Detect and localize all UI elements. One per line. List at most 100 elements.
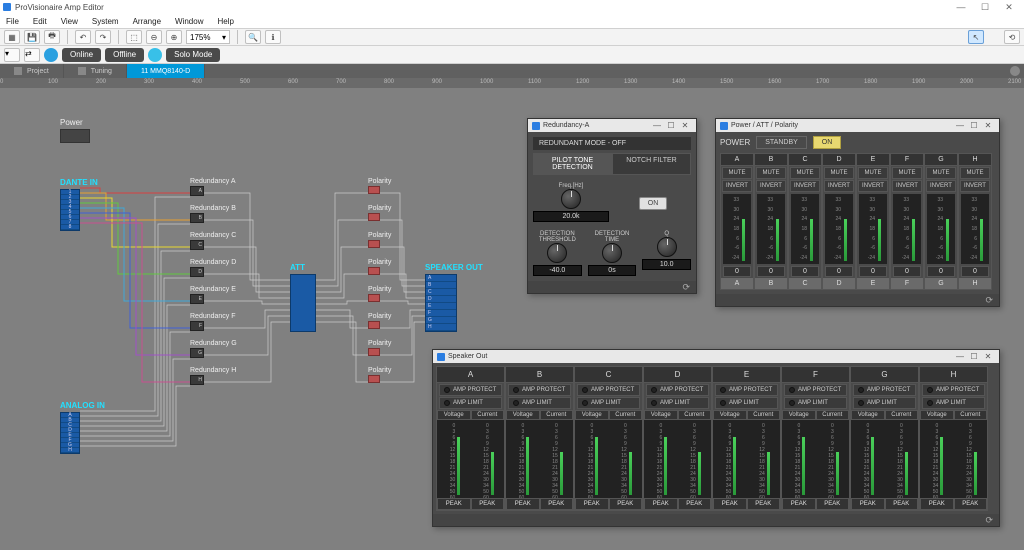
window-min-button[interactable]: — [949, 2, 973, 12]
panel-close-button[interactable]: ✕ [981, 121, 995, 130]
toolbar-redo-button[interactable]: ↷ [95, 30, 111, 44]
peak-button[interactable]: PEAK [609, 498, 643, 510]
panel-max-button[interactable]: ☐ [967, 121, 981, 130]
power-att-panel[interactable]: Power / ATT / Polarity — ☐ ✕ POWER STAND… [715, 118, 1000, 307]
toolbar-undo-button[interactable]: ↶ [75, 30, 91, 44]
toolbar-magnify-button[interactable]: 🔍 [245, 30, 261, 44]
redundancy-node[interactable]: Redundancy EE [190, 286, 236, 304]
att-value[interactable]: 0 [859, 266, 887, 277]
dante-port[interactable]: 8 [61, 225, 79, 230]
mute-button[interactable]: MUTE [960, 167, 990, 179]
invert-button[interactable]: INVERT [722, 180, 752, 192]
threshold-readout[interactable]: -40.0 [533, 265, 582, 276]
mute-button[interactable]: MUTE [756, 167, 786, 179]
peak-button[interactable]: PEAK [540, 498, 574, 510]
dante-in-block[interactable]: DANTE IN 12345678 [60, 178, 98, 231]
panel-header[interactable]: Speaker Out — ☐ ✕ [433, 350, 999, 363]
node-body[interactable]: C [190, 240, 204, 250]
polarity-node[interactable]: Polarity [368, 259, 391, 275]
speaker-port[interactable]: D [426, 296, 456, 303]
menu-arrange[interactable]: Arrange [133, 17, 161, 26]
tab-device[interactable]: 11 MMQ8140-D [127, 64, 205, 78]
transfer-button[interactable]: ⇄ [24, 48, 40, 62]
polarity-node[interactable]: Polarity [368, 205, 391, 221]
invert-button[interactable]: INVERT [790, 180, 820, 192]
freq-readout[interactable]: 20.0k [533, 211, 609, 222]
node-body[interactable]: D [190, 267, 204, 277]
mute-button[interactable]: MUTE [722, 167, 752, 179]
peak-button[interactable]: PEAK [782, 498, 816, 510]
att-value[interactable]: 0 [723, 266, 751, 277]
freq-knob[interactable] [561, 189, 581, 209]
mute-button[interactable]: MUTE [790, 167, 820, 179]
toolbar-select-button[interactable]: ⬚ [126, 30, 142, 44]
invert-button[interactable]: INVERT [858, 180, 888, 192]
analog-in-block[interactable]: ANALOG IN ABCDEFGH [60, 401, 105, 454]
polarity-node[interactable]: Polarity [368, 286, 391, 302]
polarity-node[interactable]: Polarity [368, 232, 391, 248]
tab-pilot-tone[interactable]: PILOT TONE DETECTION [533, 153, 612, 175]
redundancy-node[interactable]: Redundancy DD [190, 259, 236, 277]
invert-button[interactable]: INVERT [892, 180, 922, 192]
att-value[interactable]: 0 [961, 266, 989, 277]
redundancy-node[interactable]: Redundancy GG [190, 340, 237, 358]
speaker-out-block[interactable]: SPEAKER OUT ABCDEFGH [425, 263, 483, 332]
speaker-port[interactable]: E [426, 303, 456, 310]
refresh-icon[interactable]: ⟳ [985, 515, 993, 526]
speaker-port[interactable]: F [426, 310, 456, 317]
peak-button[interactable]: PEAK [885, 498, 919, 510]
panel-header[interactable]: Redundancy-A — ☐ ✕ [528, 119, 696, 132]
polarity-node[interactable]: Polarity [368, 313, 391, 329]
tab-notch-filter[interactable]: NOTCH FILTER [612, 153, 691, 175]
panel-min-button[interactable]: — [650, 121, 664, 130]
speaker-out-panel[interactable]: Speaker Out — ☐ ✕ AAMP PROTECTAMP LIMITV… [432, 349, 1000, 527]
invert-button[interactable]: INVERT [756, 180, 786, 192]
menu-edit[interactable]: Edit [33, 17, 47, 26]
speaker-port[interactable]: G [426, 317, 456, 324]
power-block[interactable]: Power [60, 118, 90, 143]
peak-button[interactable]: PEAK [506, 498, 540, 510]
node-body[interactable] [368, 186, 380, 194]
panel-max-button[interactable]: ☐ [967, 352, 981, 361]
panel-min-button[interactable]: — [953, 352, 967, 361]
polarity-node[interactable]: Polarity [368, 178, 391, 194]
peak-button[interactable]: PEAK [851, 498, 885, 510]
panel-header[interactable]: Power / ATT / Polarity — ☐ ✕ [716, 119, 999, 132]
att-value[interactable]: 0 [757, 266, 785, 277]
node-body[interactable] [368, 213, 380, 221]
peak-button[interactable]: PEAK [678, 498, 712, 510]
redundancy-node[interactable]: Redundancy BB [190, 205, 236, 223]
node-body[interactable] [368, 321, 380, 329]
speaker-port[interactable]: B [426, 282, 456, 289]
peak-button[interactable]: PEAK [816, 498, 850, 510]
detection-on-button[interactable]: ON [639, 197, 668, 210]
speaker-port[interactable]: A [426, 275, 456, 282]
canvas[interactable]: Power DANTE IN 12345678 ANALOG IN ABCDEF… [0, 88, 1024, 550]
tab-project[interactable]: Project [0, 64, 64, 78]
node-body[interactable] [368, 267, 380, 275]
redundancy-node[interactable]: Redundancy CC [190, 232, 236, 250]
att-value[interactable]: 0 [893, 266, 921, 277]
mute-button[interactable]: MUTE [824, 167, 854, 179]
att-value[interactable]: 0 [791, 266, 819, 277]
time-readout[interactable]: 0s [588, 265, 637, 276]
redundancy-node[interactable]: Redundancy FF [190, 313, 236, 331]
solo-mode-button[interactable]: Solo Mode [166, 48, 220, 62]
power-box[interactable] [60, 129, 90, 143]
menu-system[interactable]: System [92, 17, 119, 26]
zoom-out-button[interactable]: ⊖ [146, 30, 162, 44]
peak-button[interactable]: PEAK [575, 498, 609, 510]
node-body[interactable]: G [190, 348, 204, 358]
redundancy-node[interactable]: Redundancy HH [190, 367, 236, 385]
peak-button[interactable]: PEAK [954, 498, 988, 510]
peak-button[interactable]: PEAK [713, 498, 747, 510]
peak-button[interactable]: PEAK [644, 498, 678, 510]
peak-button[interactable]: PEAK [920, 498, 954, 510]
q-knob[interactable] [657, 237, 677, 257]
tab-tuning[interactable]: Tuning [64, 64, 127, 78]
toolbar-save-button[interactable]: 💾 [24, 30, 40, 44]
redundancy-panel[interactable]: Redundancy-A — ☐ ✕ REDUNDANT MODE - OFF … [527, 118, 697, 294]
speaker-port[interactable]: H [426, 324, 456, 331]
menu-window[interactable]: Window [175, 17, 203, 26]
refresh-icon[interactable]: ⟳ [985, 295, 993, 306]
